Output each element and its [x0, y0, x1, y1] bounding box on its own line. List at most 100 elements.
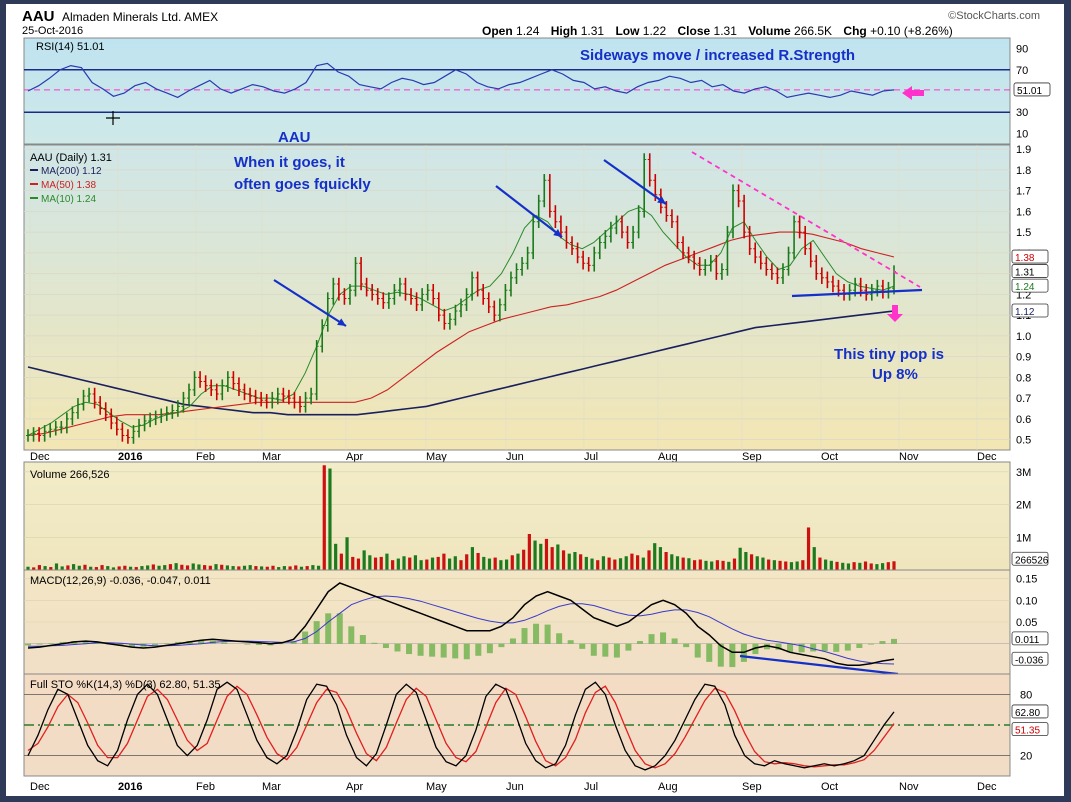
high-label: High — [550, 24, 578, 38]
macd-histogram-bar — [729, 643, 736, 668]
volume-bar — [504, 559, 509, 570]
price-xtick-1: 2016 — [118, 451, 142, 463]
price-xtick-3: Mar — [262, 451, 281, 463]
macd-histogram-bar — [486, 643, 493, 654]
macd-histogram-bar — [810, 643, 817, 652]
volume-bar — [556, 544, 560, 570]
volume-bar — [692, 560, 697, 570]
sto-xtick-11: Nov — [899, 781, 919, 793]
annotation-tiny-pop: This tiny pop is — [834, 346, 944, 363]
high-value: 1.31 — [580, 24, 605, 38]
rsi-title: RSI(14) 51.01 — [36, 41, 104, 53]
volume-bar — [670, 554, 674, 570]
chart-date: 25-Oct-2016 — [22, 25, 84, 37]
volume-bar — [305, 566, 309, 570]
sto-xtick-5: May — [426, 781, 447, 793]
rsi-tick-0: 90 — [1016, 44, 1028, 56]
macd-histogram-bar — [371, 642, 378, 644]
price-tag-1: 1.31 — [1015, 268, 1035, 279]
volume-tick-3: 266526 — [1015, 555, 1049, 566]
price-tag-2: 1.24 — [1015, 282, 1035, 293]
macd-tick-4: -0.036 — [1015, 655, 1044, 666]
macd-histogram-bar — [417, 643, 424, 656]
volume-bar — [237, 566, 241, 570]
chg-value: +0.10 (+8.26%) — [870, 24, 953, 38]
volume-bar — [607, 557, 611, 570]
volume-bar — [459, 560, 463, 570]
volume-bar — [37, 565, 41, 570]
annotation-often: often goes fquickly — [234, 176, 371, 193]
volume-bar — [573, 552, 577, 570]
price-xtick-4: Apr — [346, 451, 363, 463]
volume-bar — [174, 563, 178, 570]
volume-bar — [157, 565, 161, 570]
macd-title: MACD(12,26,9) -0.036, -0.047, 0.011 — [30, 575, 211, 587]
stock-chart: RSI(14) 51.01 90 70 51.01 30 10 Sideways move … — [23, 37, 1051, 793]
sto-tick-2: 51.35 — [1015, 726, 1040, 737]
volume-bar — [408, 557, 412, 570]
volume-bar — [596, 560, 600, 570]
price-xtick-7: Jul — [584, 451, 598, 463]
price-tick-10: 0.9 — [1016, 352, 1031, 364]
volume-bar — [698, 559, 702, 570]
rsi-panel-background — [23, 37, 1011, 145]
open-value: 1.24 — [516, 24, 540, 38]
price-title: AAU (Daily) 1.31 — [30, 152, 112, 164]
volume-bar — [311, 565, 315, 570]
price-tick-4: 1.5 — [1016, 227, 1031, 239]
macd-histogram-bar — [821, 643, 828, 652]
volume-bar — [812, 547, 816, 570]
volume-bar — [584, 556, 588, 570]
volume-bar — [385, 553, 389, 570]
ohlc-bar: Open 1.24 High 1.31 Low 1.22 Close 1.31 … — [482, 24, 961, 38]
macd-histogram-bar — [533, 623, 540, 644]
volume-bar — [396, 558, 400, 570]
volume-bar — [658, 547, 663, 570]
price-xtick-2: Feb — [196, 451, 215, 463]
volume-bar — [322, 465, 326, 570]
volume-tick-1: 2M — [1016, 500, 1031, 512]
sto-xtick-6: Jun — [506, 781, 524, 793]
volume-bar — [510, 555, 514, 570]
volume-bar — [106, 566, 110, 570]
volume-bar — [225, 565, 230, 570]
macd-histogram-bar — [25, 643, 31, 646]
legend-entry-1: MA(50) 1.38 — [41, 180, 96, 191]
macd-histogram-bar — [244, 643, 251, 645]
macd-histogram-bar — [706, 643, 713, 662]
volume-bar — [755, 556, 759, 570]
sto-xtick-7: Jul — [584, 781, 598, 793]
macd-histogram-bar — [348, 626, 355, 644]
volume-bar — [259, 566, 264, 570]
sto-xtick-8: Aug — [658, 781, 678, 793]
macd-histogram-bar — [521, 628, 528, 644]
volume-bar — [875, 564, 879, 570]
low-label: Low — [615, 24, 640, 38]
sto-xtick-10: Oct — [821, 781, 838, 793]
volume-bar — [123, 565, 127, 570]
volume-bar — [772, 560, 776, 570]
macd-histogram-bar — [891, 638, 897, 644]
price-tick-13: 0.6 — [1016, 414, 1031, 426]
volume-bar — [288, 566, 292, 570]
volume-bar — [254, 566, 258, 570]
volume-bar — [499, 560, 503, 570]
volume-bar — [784, 561, 788, 570]
sto-xtick-0: Dec — [30, 781, 50, 793]
volume-bar — [83, 564, 87, 570]
legend-entry-2: MA(10) 1.24 — [41, 194, 96, 205]
macd-histogram-bar — [636, 641, 643, 644]
volume-label: Volume — [748, 24, 791, 38]
macd-histogram-bar — [660, 632, 667, 644]
macd-histogram-bar — [336, 613, 343, 644]
sto-xtick-1: 2016 — [118, 781, 142, 793]
volume-bar — [522, 549, 526, 570]
volume-bar — [419, 560, 423, 570]
symbol-title: AAU — [22, 8, 55, 25]
macd-histogram-bar — [382, 643, 389, 648]
price-tick-1: 1.8 — [1016, 165, 1031, 177]
legend-entry-0: MA(200) 1.12 — [41, 166, 102, 177]
volume-bar — [727, 561, 731, 570]
volume-bar — [442, 553, 446, 570]
volume-bar — [339, 553, 343, 570]
